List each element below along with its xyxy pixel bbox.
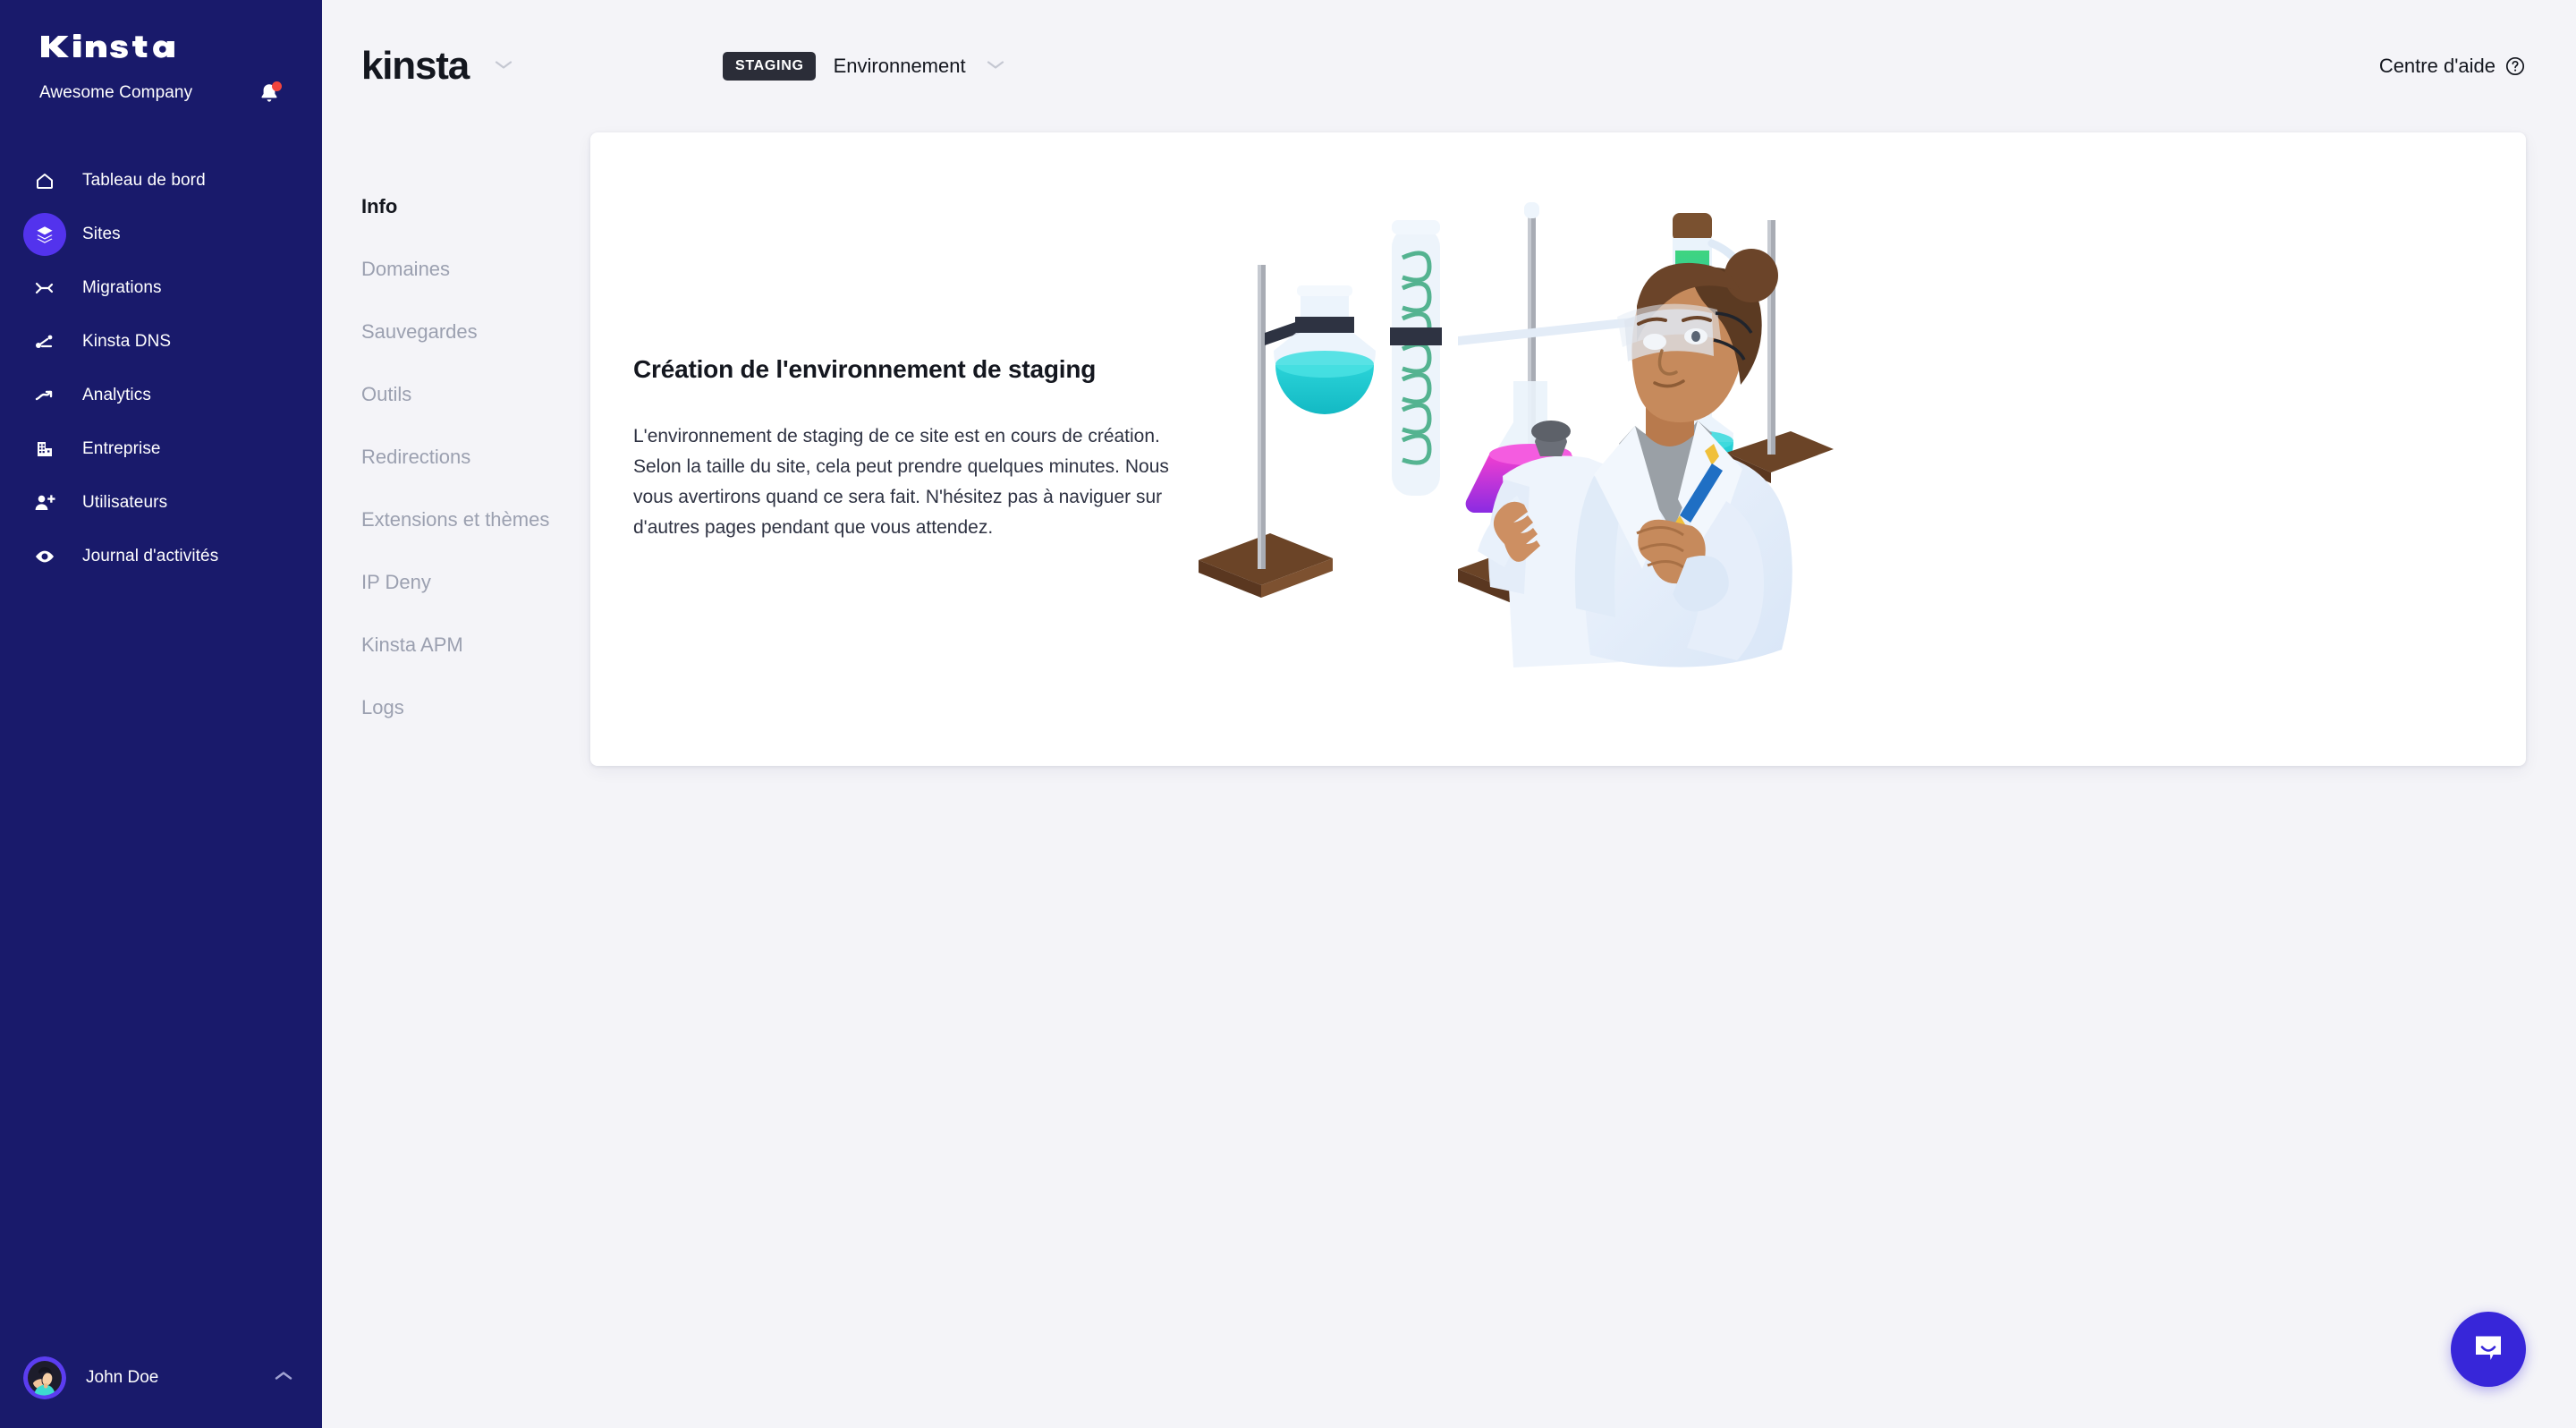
user-name: John Doe xyxy=(86,1368,159,1387)
subnav-label: IP Deny xyxy=(361,571,431,593)
org-row: Awesome Company xyxy=(0,79,322,107)
dns-nodes-icon xyxy=(23,320,66,363)
status-badge: STAGING xyxy=(723,52,816,81)
site-subnav: Info Domaines Sauvegardes Outils Redirec… xyxy=(361,132,590,766)
subnav-label: Redirections xyxy=(361,446,471,468)
building-icon xyxy=(23,428,66,471)
sidebar-item-label: Analytics xyxy=(82,386,151,404)
user-plus-icon xyxy=(23,481,66,524)
notification-dot xyxy=(272,81,282,91)
eye-icon xyxy=(23,535,66,578)
subnav-item-outils[interactable]: Outils xyxy=(361,363,590,426)
org-name: Awesome Company xyxy=(39,83,193,102)
sidebar-item-migrations[interactable]: Migrations xyxy=(0,261,322,315)
subnav-item-ip-deny[interactable]: IP Deny xyxy=(361,551,590,614)
primary-sidebar: Awesome Company Tableau de bord Sites Mi… xyxy=(0,0,322,1428)
site-name: kinsta xyxy=(361,44,470,88)
layers-icon xyxy=(23,213,66,256)
sidebar-item-kinsta-dns[interactable]: Kinsta DNS xyxy=(0,315,322,369)
subnav-item-kinsta-apm[interactable]: Kinsta APM xyxy=(361,614,590,676)
sidebar-item-label: Sites xyxy=(82,225,121,243)
topbar: kinsta STAGING Environnement Centre d'ai xyxy=(322,0,2576,132)
subnav-label: Outils xyxy=(361,383,412,405)
subnav-label: Sauvegardes xyxy=(361,320,478,343)
chevron-down-icon[interactable] xyxy=(986,58,1005,75)
sidebar-nav: Tableau de bord Sites Migrations Kinsta … xyxy=(0,154,322,583)
help-center-link[interactable]: Centre d'aide xyxy=(2379,55,2526,78)
environment-switcher[interactable]: STAGING Environnement xyxy=(723,52,1005,81)
subnav-item-redirections[interactable]: Redirections xyxy=(361,426,590,489)
sidebar-item-tableau-de-bord[interactable]: Tableau de bord xyxy=(0,154,322,208)
question-circle-icon xyxy=(2504,55,2526,77)
environment-label: Environnement xyxy=(833,55,966,77)
migration-arrow-icon xyxy=(23,267,66,310)
bell-icon[interactable] xyxy=(256,80,283,106)
sidebar-item-journal-d-activites[interactable]: Journal d'activités xyxy=(0,530,322,583)
sidebar-item-analytics[interactable]: Analytics xyxy=(0,369,322,422)
sidebar-item-label: Kinsta DNS xyxy=(82,332,172,351)
content-row: Info Domaines Sauvegardes Outils Redirec… xyxy=(322,132,2576,766)
site-switcher[interactable]: kinsta xyxy=(361,44,723,89)
help-center-label: Centre d'aide xyxy=(2378,55,2496,77)
subnav-label: Domaines xyxy=(361,258,451,280)
sidebar-item-label: Utilisateurs xyxy=(82,493,168,512)
page-title: Création de l'environnement de staging xyxy=(633,354,1097,383)
scientist-lab-illustration xyxy=(1181,132,2526,766)
trend-up-icon xyxy=(23,374,66,417)
avatar xyxy=(23,1356,66,1399)
sidebar-item-utilisateurs[interactable]: Utilisateurs xyxy=(0,476,322,530)
subnav-item-info[interactable]: Info xyxy=(361,175,590,238)
subnav-item-logs[interactable]: Logs xyxy=(361,676,590,739)
chevron-down-icon[interactable] xyxy=(494,58,513,75)
subnav-item-extensions-et-themes[interactable]: Extensions et thèmes xyxy=(361,489,590,551)
subnav-label: Kinsta APM xyxy=(361,633,463,656)
sidebar-item-entreprise[interactable]: Entreprise xyxy=(0,422,322,476)
subnav-label: Info xyxy=(361,195,398,217)
main-area: kinsta STAGING Environnement Centre d'ai xyxy=(322,0,2576,1428)
sidebar-item-label: Migrations xyxy=(82,278,162,297)
card-copy: Création de l'environnement de staging L… xyxy=(590,355,1181,543)
kinsta-logo[interactable] xyxy=(39,29,322,64)
sidebar-user-menu[interactable]: John Doe xyxy=(0,1328,322,1428)
subnav-label: Logs xyxy=(361,696,404,718)
sidebar-item-label: Tableau de bord xyxy=(82,171,206,190)
chat-launcher-button[interactable] xyxy=(2451,1312,2526,1387)
sidebar-item-label: Journal d'activités xyxy=(82,547,219,565)
app-root: Awesome Company Tableau de bord Sites Mi… xyxy=(0,0,2576,1428)
subnav-label: Extensions et thèmes xyxy=(361,508,550,531)
sidebar-item-sites[interactable]: Sites xyxy=(0,208,322,261)
staging-status-card: Création de l'environnement de staging L… xyxy=(590,132,2526,766)
sidebar-item-label: Entreprise xyxy=(82,439,161,458)
home-icon xyxy=(23,159,66,202)
chat-bubble-smile-icon xyxy=(2471,1330,2505,1369)
chevron-up-icon[interactable] xyxy=(274,1370,293,1387)
card-description: L'environnement de staging de ce site es… xyxy=(633,425,1169,539)
subnav-item-domaines[interactable]: Domaines xyxy=(361,238,590,301)
subnav-item-sauvegardes[interactable]: Sauvegardes xyxy=(361,301,590,363)
